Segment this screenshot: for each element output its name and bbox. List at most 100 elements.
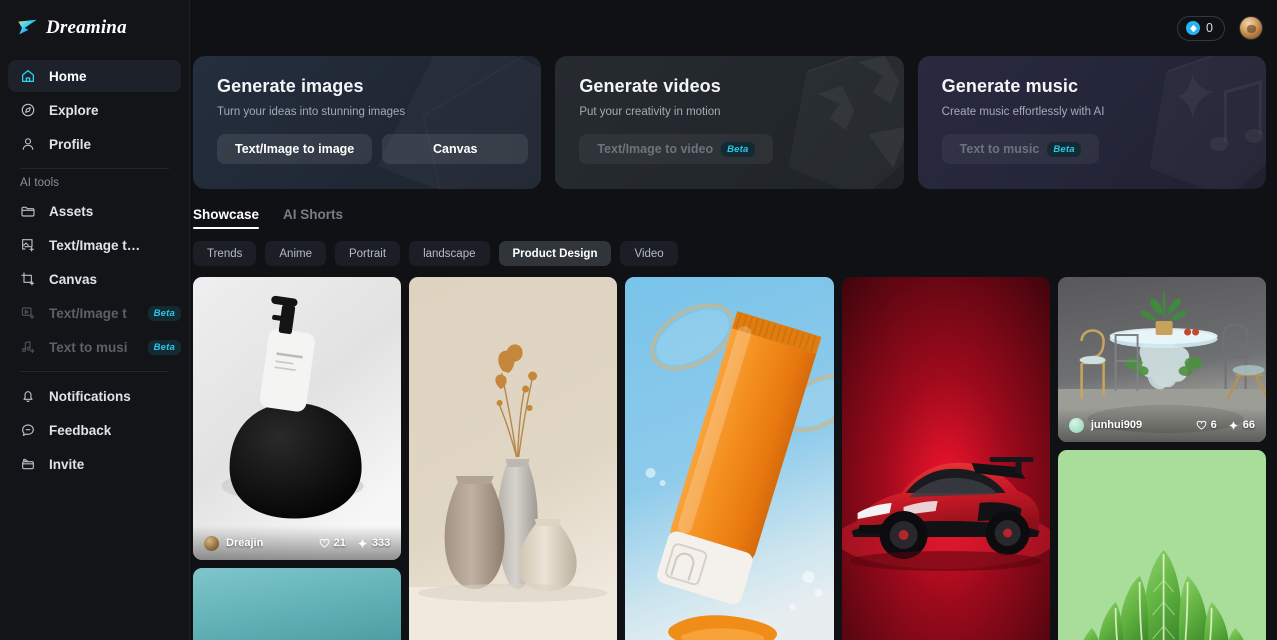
chip-product-design[interactable]: Product Design [498, 241, 612, 266]
gallery-card-glass-table[interactable]: junhui909 6 66 [1057, 277, 1267, 442]
author-name: junhui909 [1090, 419, 1143, 431]
gallery-card-green-leaves[interactable] [1057, 450, 1267, 640]
author-avatar [204, 535, 219, 551]
chip-portrait[interactable]: Portrait [334, 241, 401, 266]
sidebar-item-home-label: Home [49, 68, 87, 84]
sidebar-item-feedback-label: Feedback [49, 422, 112, 438]
likes-stat[interactable]: 6 [1196, 419, 1217, 431]
chip-label: Video [634, 247, 664, 260]
canvas-button[interactable]: Canvas [382, 134, 529, 164]
sidebar-item-home[interactable]: Home [8, 60, 181, 92]
hero-cards-row: Generate images Turn your ideas into stu… [190, 56, 1277, 189]
button-label: Text/Image to image [235, 142, 355, 156]
gallery-card-lotion-bottle[interactable]: Dreajin 21 333 [193, 277, 402, 560]
card-author[interactable]: Dreajin [204, 535, 319, 551]
app-root: Dreamina Home Explore Profile AI tools A… [0, 0, 1277, 640]
sidebar-item-canvas[interactable]: Canvas [8, 263, 181, 295]
hero-buttons: Text/Image to image Canvas [217, 134, 541, 164]
user-avatar[interactable] [1239, 16, 1263, 40]
hero-subtitle: Put your creativity in motion [579, 106, 721, 118]
gallery-column: Dreajin 21 333 [193, 277, 402, 640]
sidebar: Dreamina Home Explore Profile AI tools A… [0, 0, 190, 640]
sidebar-item-assets[interactable]: Assets [8, 195, 181, 227]
gallery-column [409, 277, 618, 640]
spark-icon [1228, 420, 1239, 430]
sidebar-item-profile[interactable]: Profile [8, 128, 181, 160]
beta-badge: Beta [1047, 141, 1081, 157]
text-image-to-image-button[interactable]: Text/Image to image [217, 134, 373, 164]
sparks-count: 66 [1242, 419, 1256, 431]
sidebar-divider-1 [20, 168, 169, 169]
sidebar-item-explore[interactable]: Explore [8, 94, 181, 126]
button-label: Text to music [959, 142, 1040, 156]
chip-anime[interactable]: Anime [265, 241, 326, 266]
gallery-card-red-supercar[interactable] [841, 277, 1050, 640]
hero-subtitle: Create music effortlessly with AI [941, 106, 1105, 118]
sidebar-item-canvas-label: Canvas [49, 271, 98, 287]
chip-trends[interactable]: Trends [193, 241, 257, 266]
tab-ai-shorts[interactable]: AI Shorts [283, 207, 343, 229]
author-name: Dreajin [226, 537, 264, 549]
chip-label: Trends [207, 247, 243, 260]
sidebar-primary-nav: Home Explore Profile [8, 56, 181, 160]
gallery-card-green-fruit[interactable] [193, 568, 402, 640]
chip-video[interactable]: Video [620, 241, 678, 266]
artwork-green-fruit [193, 568, 402, 640]
sidebar-item-text-image-to-image[interactable]: Text/Image t… [8, 229, 181, 261]
card-meta: Dreajin 21 333 [193, 526, 402, 560]
dreamina-logo-icon [18, 19, 37, 35]
hero-buttons: Text/Image to video Beta [579, 134, 903, 164]
sidebar-item-text-image-to-image-label: Text/Image t… [49, 237, 141, 253]
sidebar-item-text-to-music[interactable]: Text to music Beta [8, 331, 181, 363]
sidebar-item-explore-label: Explore [49, 102, 99, 118]
sidebar-item-notifications[interactable]: Notifications [8, 380, 181, 412]
hero-card-generate-music[interactable]: Generate music Create music effortlessly… [917, 56, 1266, 189]
artwork-lotion-bottle [193, 277, 402, 560]
chip-label: Anime [279, 247, 312, 260]
beta-badge: Beta [147, 305, 181, 321]
author-avatar [1068, 417, 1084, 433]
sidebar-section-label: AI tools [20, 177, 60, 189]
sidebar-divider-2 [20, 371, 169, 372]
gallery-grid: Dreajin 21 333 junhui909 6 66 [190, 277, 1277, 640]
sidebar-item-text-image-to-video[interactable]: Text/Image t… Beta [8, 297, 181, 329]
compass-icon [20, 102, 36, 118]
hero-card-generate-images[interactable]: Generate images Turn your ideas into stu… [193, 56, 542, 189]
text-to-music-button[interactable]: Text to music Beta [941, 134, 1099, 164]
hero-subtitle: Turn your ideas into stunning images [217, 106, 406, 118]
credits-count: 0 [1206, 21, 1213, 35]
spark-icon [357, 538, 368, 548]
button-label: Text/Image to video [597, 142, 714, 156]
credits-badge[interactable]: 0 [1177, 15, 1225, 41]
sparks-stat[interactable]: 333 [357, 537, 390, 549]
sidebar-item-feedback[interactable]: Feedback [8, 414, 181, 446]
hero-title: Generate images [217, 76, 364, 96]
chip-label: landscape [423, 247, 476, 260]
gallery-tabs: Showcase AI Shorts [190, 207, 1277, 229]
chip-landscape[interactable]: landscape [409, 241, 490, 266]
card-stats: 6 66 [1196, 419, 1255, 431]
tab-label: Showcase [193, 207, 260, 222]
chip-label: Portrait [348, 247, 387, 260]
hero-card-generate-videos[interactable]: Generate videos Put your creativity in m… [555, 56, 904, 189]
image-plus-icon [20, 237, 36, 253]
likes-count: 6 [1210, 419, 1217, 431]
gallery-card-orange-tube[interactable] [625, 277, 834, 640]
text-image-to-video-button[interactable]: Text/Image to video Beta [579, 134, 773, 164]
beta-badge: Beta [147, 339, 181, 355]
app-logo[interactable]: Dreamina [8, 0, 181, 56]
gallery-card-ceramic-vases[interactable] [409, 277, 618, 640]
gallery-column [841, 277, 1050, 640]
heart-icon [1196, 420, 1206, 430]
hero-buttons: Text to music Beta [941, 134, 1266, 164]
likes-stat[interactable]: 21 [319, 537, 346, 549]
button-label: Canvas [433, 142, 478, 156]
card-meta: junhui909 6 66 [1057, 408, 1267, 442]
sidebar-item-invite[interactable]: Invite [8, 448, 181, 480]
card-author[interactable]: junhui909 [1068, 417, 1196, 433]
tab-showcase[interactable]: Showcase [193, 207, 260, 229]
beta-badge: Beta [721, 141, 755, 157]
sparks-stat[interactable]: 66 [1228, 419, 1255, 431]
likes-count: 21 [333, 537, 346, 549]
sidebar-item-notifications-label: Notifications [49, 388, 131, 404]
